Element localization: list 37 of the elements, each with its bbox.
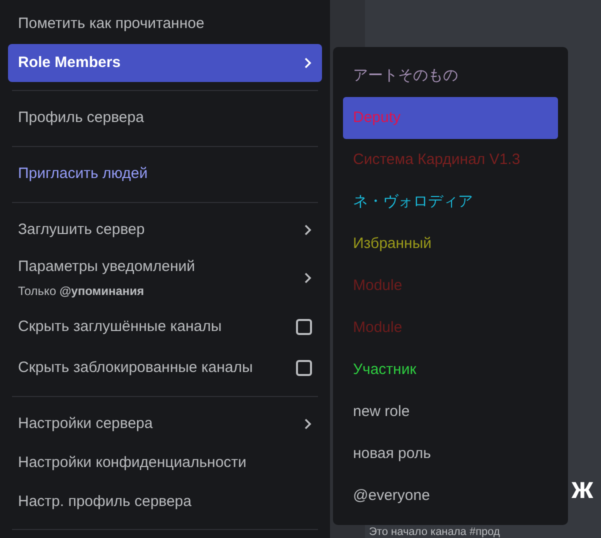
channel-heading: ж (572, 474, 594, 504)
role-item[interactable]: @everyone (343, 475, 558, 517)
menu-item[interactable]: Настройки сервера (8, 405, 322, 444)
menu-item[interactable]: Пригласить людей (8, 154, 322, 194)
role-item[interactable]: новая роль (343, 433, 558, 475)
menu-item[interactable]: Пометить как прочитанное (8, 5, 322, 44)
role-name: Избранный (353, 234, 432, 254)
menu-item[interactable]: Параметры уведомлений Только @упоминания (8, 249, 322, 308)
menu-item[interactable]: Профиль сервера (8, 99, 322, 138)
chevron-right-icon (304, 56, 312, 69)
role-name: @everyone (353, 486, 430, 506)
channel-intro: Это начало канала #прод (369, 526, 501, 538)
chevron-right-icon (304, 418, 312, 430)
role-name: Система Кардинал V1.3 (353, 150, 520, 170)
role-item[interactable]: new role (343, 391, 558, 433)
checkbox[interactable] (296, 360, 312, 376)
menu-item[interactable]: Настройки конфиденциальности (8, 444, 322, 482)
chevron-right-icon (304, 272, 312, 284)
role-item[interactable]: Участник (343, 349, 558, 391)
role-name: Участник (353, 360, 416, 380)
role-item[interactable]: ネ・ヴォロディア (343, 181, 558, 223)
role-name: Module (353, 276, 402, 296)
role-name: アートそのもの (353, 66, 458, 86)
role-name: Module (353, 318, 402, 338)
role-item[interactable]: Избранный (343, 223, 558, 265)
role-item[interactable]: アートそのもの (343, 55, 558, 97)
role-name: новая роль (353, 444, 431, 464)
menu-item[interactable]: Заглушить сервер (8, 210, 322, 250)
menu-item[interactable]: Скрыть заблокированные каналы (8, 348, 322, 388)
role-name: new role (353, 402, 410, 422)
checkbox[interactable] (296, 319, 312, 336)
menu-item[interactable]: Скрыть заглушённые каналы (8, 307, 322, 348)
role-name: Deputy (353, 108, 401, 128)
role-name: ネ・ヴォロディア (353, 192, 473, 212)
chevron-right-icon (304, 224, 312, 236)
menu-item[interactable]: Настр. профиль сервера (8, 482, 322, 522)
menu-item[interactable]: Role Members (8, 44, 322, 82)
